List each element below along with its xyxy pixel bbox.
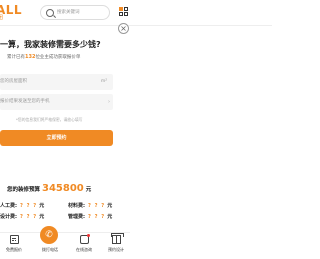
budget-summary: 您的装修预算 345800 元	[7, 180, 91, 196]
logo-text: ALL	[0, 3, 23, 17]
cost-design: 设计费:? ? ? 元	[0, 214, 44, 221]
phone-field[interactable]: 报价结果发送至您的手机 ›	[0, 94, 113, 110]
cost-value: ? ? ?	[88, 203, 106, 209]
gift-icon	[110, 233, 124, 244]
nav-book-design[interactable]: 预约设计	[102, 233, 130, 253]
subline-suffix: 位业主成功获取报价单	[35, 55, 81, 60]
chat-icon	[79, 234, 90, 244]
submit-button[interactable]: 立即预约	[0, 130, 113, 146]
area-field[interactable]: 您的房屋面积 m²	[0, 74, 113, 90]
top-header: ALL 团 搜索关键词	[0, 0, 272, 26]
logo-subtext: 团	[0, 15, 4, 21]
menu-grid-icon[interactable]	[119, 7, 129, 17]
site-logo[interactable]: ALL 团	[0, 3, 32, 23]
chevron-right-icon: ›	[108, 99, 110, 105]
area-placeholder: 您的房屋面积	[0, 79, 27, 84]
nav-free-quote[interactable]: 免费报价	[0, 235, 28, 253]
budget-amount: 345800	[42, 183, 84, 194]
cost-unit: 元	[107, 203, 113, 209]
cost-value: ? ? ?	[20, 203, 38, 209]
nav-label: 拨打电话	[42, 247, 58, 252]
cost-label: 设计费:	[0, 214, 17, 220]
cost-unit: 元	[39, 214, 45, 220]
cost-label: 材料费:	[68, 203, 85, 209]
area-unit: m²	[100, 79, 107, 84]
cost-label: 人工费:	[0, 203, 17, 209]
subline-prefix: 累计已有	[7, 55, 25, 60]
cost-management: 管理费:? ? ? 元	[68, 214, 112, 221]
cost-unit: 元	[107, 214, 113, 220]
bottom-nav: 免费报价 拨打电话 ✆ 在线咨询 预约设计	[0, 226, 130, 259]
booking-count-text: 累计已有132位业主成功获取报价单	[7, 54, 80, 61]
search-placeholder: 搜索关键词	[57, 10, 80, 15]
cost-label: 管理费:	[68, 214, 85, 220]
search-input[interactable]: 搜索关键词	[40, 5, 110, 20]
page-title: 一算，我家装修需要多少钱?	[0, 40, 101, 49]
cost-labor: 人工费:? ? ? 元	[0, 203, 44, 210]
nav-label: 预约设计	[108, 247, 124, 252]
nav-label: 免费报价	[6, 247, 22, 252]
budget-label: 您的装修预算	[7, 187, 41, 193]
nav-online-chat[interactable]: 在线咨询	[70, 234, 98, 253]
cost-value: ? ? ?	[20, 214, 38, 220]
cost-material: 材料费:? ? ? 元	[68, 203, 112, 210]
privacy-note: *您的信息我们将严格保密，请放心填写	[16, 117, 83, 122]
nav-label: 在线咨询	[76, 247, 92, 252]
cost-unit: 元	[39, 203, 45, 209]
booking-count: 132	[25, 54, 36, 60]
calculator-icon	[9, 235, 19, 244]
phone-placeholder: 报价结果发送至您的手机	[0, 99, 50, 104]
search-icon	[46, 9, 54, 17]
close-icon[interactable]: ×	[118, 23, 129, 34]
phone-icon[interactable]: ✆	[40, 226, 58, 244]
budget-currency: 元	[85, 187, 92, 193]
cost-value: ? ? ?	[88, 214, 106, 220]
